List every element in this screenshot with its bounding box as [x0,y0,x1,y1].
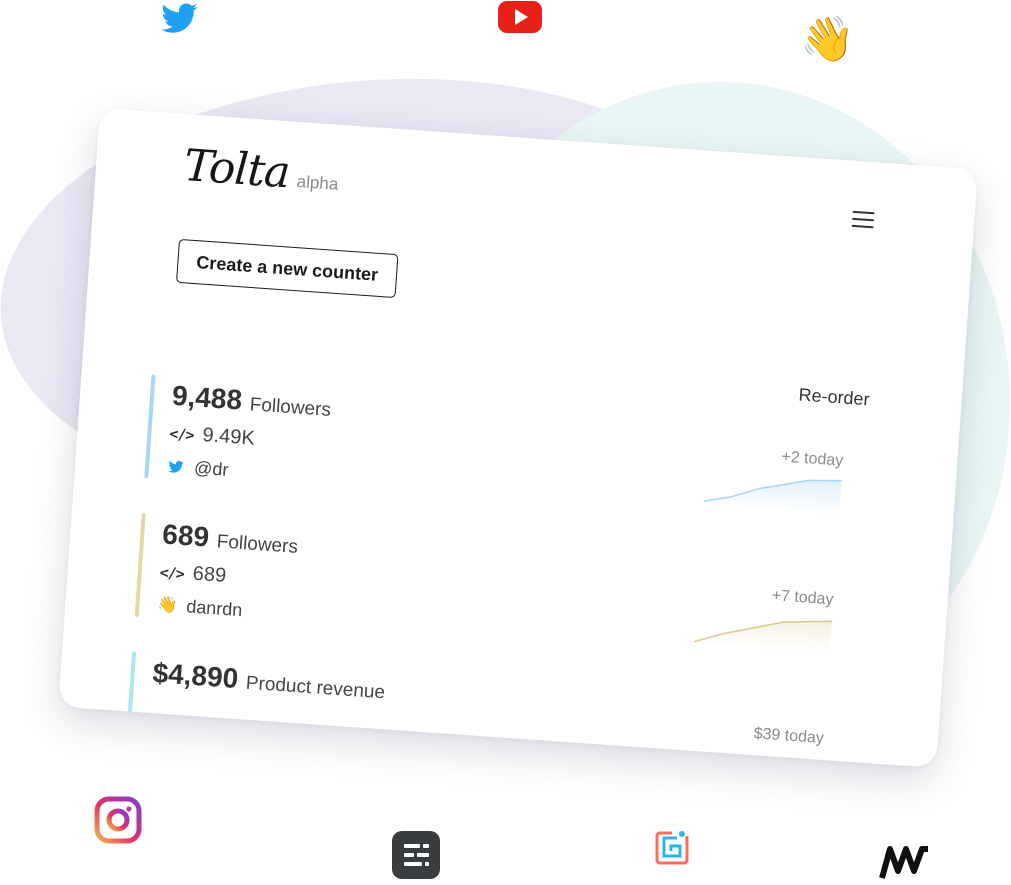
hamburger-line [852,217,875,222]
counter-value: 689 [161,518,211,553]
sparkline [693,620,832,656]
counter-main: $4,890 Product revenue [152,657,387,705]
sparkline [703,479,842,517]
today-delta: +2 today [780,448,844,470]
counter-value: 9,488 [171,379,244,416]
clap-icon: 👋 [156,595,178,615]
source-handle: danrdn [185,596,243,621]
embed-row: </> 689 [159,560,227,588]
hamburger-line [852,210,875,215]
app-card: Tolta alpha Create a new counter Re-orde… [58,108,978,768]
chartmogul-icon [878,845,932,881]
reorder-button[interactable]: Re-order [798,384,870,410]
brand-tag: alpha [296,171,339,194]
embed-row: </> 9.49K [169,422,256,451]
counter-label: Followers [249,394,332,421]
counter-label: Followers [216,531,299,558]
counter-card[interactable]: 689 Followers </> 689 👋 danrdn +7 today [134,512,861,667]
counter-main: 689 Followers [161,518,299,559]
twitter-icon [158,0,202,36]
source-row: @dr [166,456,229,481]
code-icon[interactable]: </> [169,424,194,444]
gumroad-style-icon [652,828,692,868]
accent-bar [124,651,137,756]
menu-button[interactable] [851,210,875,230]
clap-icon: 👋 [800,14,855,65]
create-counter-button[interactable]: Create a new counter [175,238,399,299]
embed-value: 9.49K [201,424,256,450]
twitter-icon [168,460,184,473]
source-row: 👋 danrdn [157,594,243,621]
today-delta: +7 today [771,587,835,609]
counter-main: 9,488 Followers [171,380,332,423]
counter-label: Product revenue [245,672,386,704]
embed-value: 689 [192,562,227,587]
brand-logo: Tolta [182,140,292,199]
code-icon[interactable]: </> [159,563,184,583]
today-delta: $39 today [753,725,825,748]
youtube-icon [497,0,543,34]
counter-value: $4,890 [151,657,240,695]
instagram-icon [93,795,143,845]
counter-card[interactable]: $4,890 Product revenue $39 today [124,651,851,768]
brand: Tolta alpha [182,140,341,199]
source-handle: @dr [193,457,230,480]
accent-bar [134,512,146,617]
accent-bar [144,374,156,479]
hamburger-line [851,224,874,229]
counter-card[interactable]: 9,488 Followers </> 9.49K @dr +2 today [144,374,870,528]
tally-form-icon [391,830,441,880]
